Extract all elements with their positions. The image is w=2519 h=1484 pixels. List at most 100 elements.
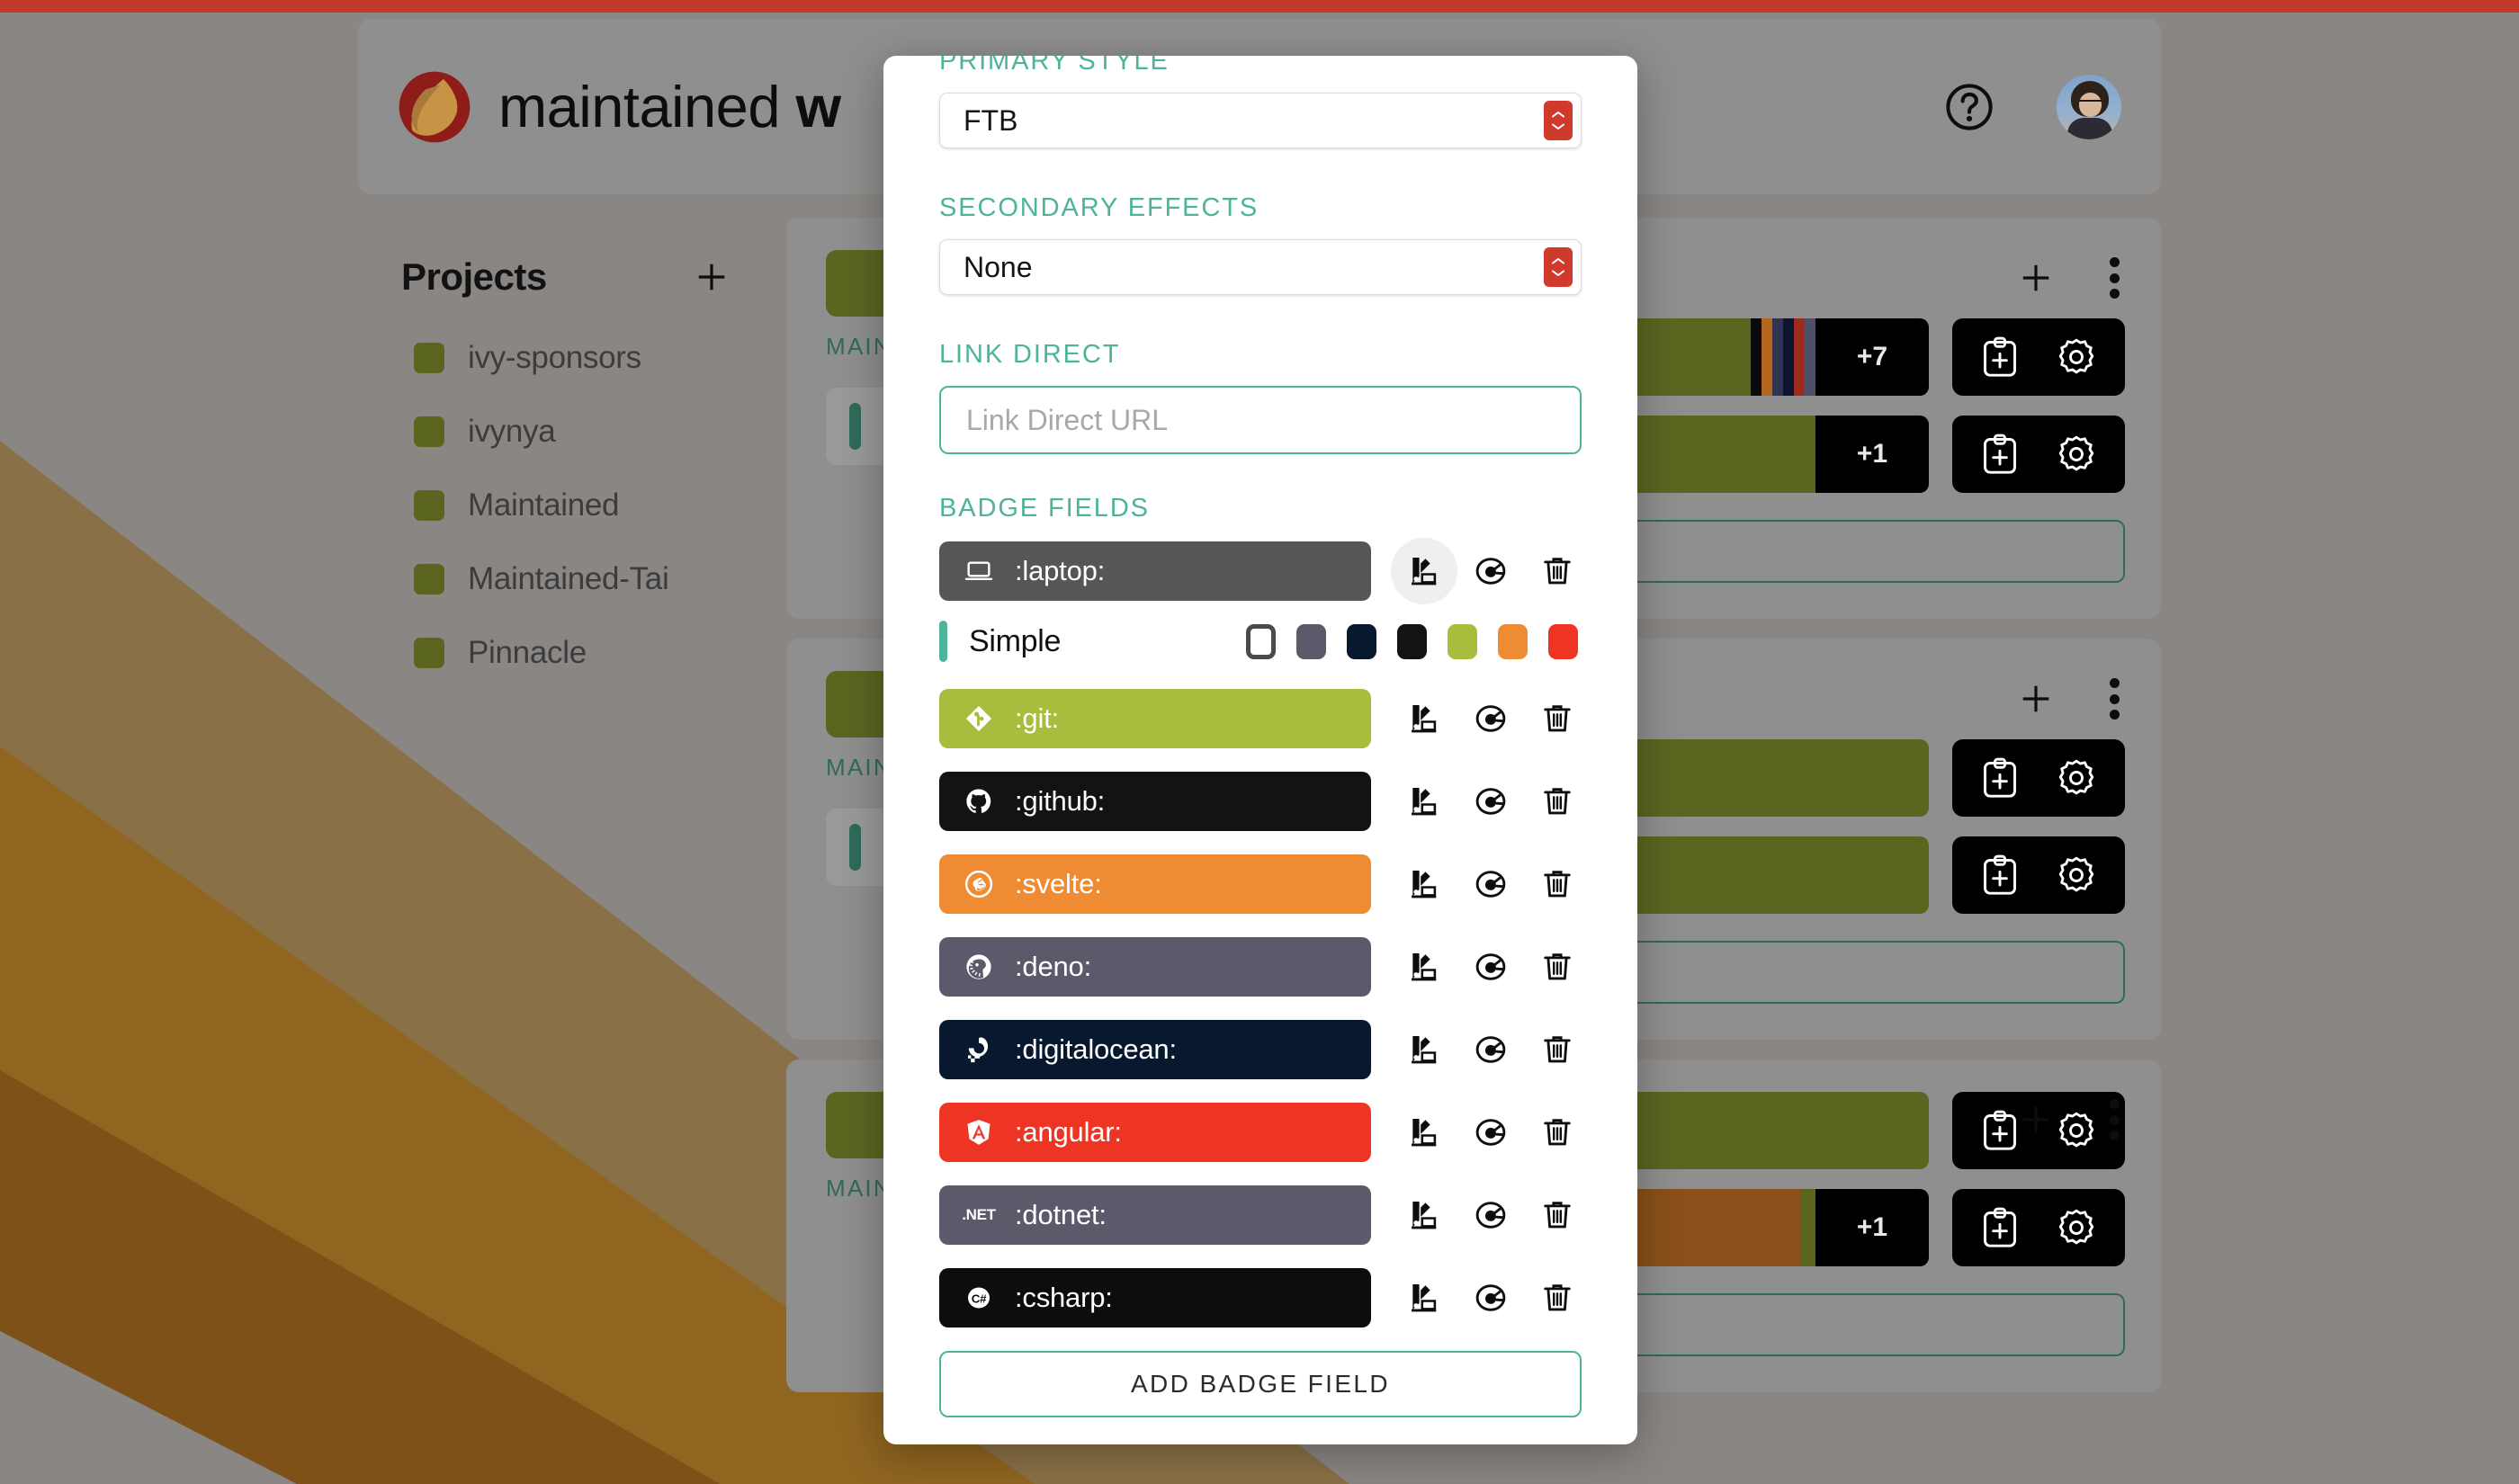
badge-field-pill[interactable]: :github: — [939, 772, 1371, 831]
palette-icon[interactable] — [1391, 1016, 1457, 1083]
git-icon — [963, 702, 995, 735]
badge-field-pill[interactable]: :angular: — [939, 1103, 1371, 1162]
clipboard-add-icon[interactable] — [1980, 756, 2020, 800]
palette-icon[interactable] — [1391, 851, 1457, 917]
card-toolbar — [2019, 1099, 2120, 1140]
add-project-icon[interactable] — [695, 260, 729, 294]
help-icon[interactable] — [1945, 83, 1994, 131]
plug-icon[interactable] — [1457, 1182, 1524, 1248]
plug-icon[interactable] — [1457, 538, 1524, 604]
dotnet-icon: .NET — [962, 1206, 996, 1223]
palette-icon[interactable] — [1391, 1182, 1457, 1248]
badge-field-actions — [1391, 685, 1591, 752]
color-swatch-orange[interactable] — [1498, 623, 1528, 659]
badge-overflow-count: +7 — [1815, 318, 1929, 396]
add-badge-icon[interactable] — [2019, 682, 2053, 716]
badge-field-actions — [1391, 1265, 1591, 1331]
palette-icon[interactable] — [1391, 1099, 1457, 1166]
badge-field-actions — [1391, 851, 1591, 917]
add-badge-icon[interactable] — [2019, 261, 2053, 295]
gear-icon[interactable] — [2056, 1207, 2097, 1248]
badge-field-pill[interactable]: :digitalocean: — [939, 1020, 1371, 1079]
card-menu-icon[interactable] — [2109, 257, 2120, 299]
secondary-effects-label: SECONDARY EFFECTS — [939, 193, 1260, 222]
primary-style-value: FTB — [939, 93, 1582, 148]
trash-icon[interactable] — [1524, 538, 1591, 604]
digitalocean-icon — [963, 1033, 995, 1066]
gear-icon[interactable] — [2056, 336, 2097, 378]
color-swatch-white[interactable] — [1246, 623, 1276, 659]
card-toolbar — [2019, 678, 2120, 720]
sidebar-item-ivynya[interactable]: ivynya — [401, 414, 729, 450]
palette-icon[interactable] — [1391, 934, 1457, 1000]
palette-icon[interactable] — [1391, 1265, 1457, 1331]
card-menu-icon[interactable] — [2109, 678, 2120, 720]
project-color-swatch — [414, 564, 444, 594]
plug-icon[interactable] — [1457, 768, 1524, 835]
sidebar-item-ivy-sponsors[interactable]: ivy-sponsors — [401, 340, 729, 376]
card-color-chip — [826, 1092, 892, 1158]
clipboard-add-icon[interactable] — [1980, 1109, 2020, 1152]
plug-icon[interactable] — [1457, 934, 1524, 1000]
page-title: maintained w — [498, 74, 841, 139]
sidebar-item-maintained[interactable]: Maintained — [401, 487, 729, 523]
color-swatch-slate[interactable] — [1296, 623, 1326, 659]
trash-icon[interactable] — [1524, 1016, 1591, 1083]
sidebar-item-pinnacle[interactable]: Pinnacle — [401, 635, 729, 671]
project-color-swatch — [414, 638, 444, 668]
badge-field-row: :digitalocean: — [939, 1016, 1582, 1083]
secondary-effects-select[interactable]: None — [939, 239, 1582, 295]
clipboard-add-icon[interactable] — [1980, 335, 2020, 379]
color-swatch-navy[interactable] — [1347, 623, 1376, 659]
project-color-swatch — [414, 343, 444, 373]
sidebar-title: Projects — [401, 255, 547, 298]
badge-field-actions — [1391, 768, 1591, 835]
secondary-effects-value: None — [939, 239, 1582, 295]
badge-field-pill[interactable]: .NET :dotnet: — [939, 1185, 1371, 1245]
badge-field-pill[interactable]: C# :csharp: — [939, 1268, 1371, 1328]
gear-icon[interactable] — [2056, 757, 2097, 799]
gear-icon[interactable] — [2056, 854, 2097, 896]
add-badge-icon[interactable] — [2019, 1103, 2053, 1137]
gear-icon[interactable] — [2056, 434, 2097, 475]
trash-icon[interactable] — [1524, 685, 1591, 752]
link-direct-input[interactable] — [939, 386, 1582, 454]
card-color-chip — [826, 671, 892, 738]
palette-icon[interactable] — [1391, 685, 1457, 752]
secondary-effects-stepper[interactable] — [1544, 247, 1573, 287]
badge-field-pill[interactable]: :deno: — [939, 937, 1371, 997]
plug-icon[interactable] — [1457, 685, 1524, 752]
badge-actions — [1952, 739, 2125, 817]
badge-field-pill[interactable]: :git: — [939, 689, 1371, 748]
badge-field-actions — [1391, 1182, 1591, 1248]
badge-field-pill[interactable]: :svelte: — [939, 854, 1371, 914]
color-swatch-black[interactable] — [1397, 623, 1427, 659]
color-swatch-olive[interactable] — [1448, 623, 1477, 659]
clipboard-add-icon[interactable] — [1980, 433, 2020, 476]
plug-icon[interactable] — [1457, 1265, 1524, 1331]
plug-icon[interactable] — [1457, 851, 1524, 917]
avatar[interactable] — [2057, 74, 2121, 139]
palette-icon[interactable] — [1391, 538, 1457, 604]
trash-icon[interactable] — [1524, 934, 1591, 1000]
trash-icon[interactable] — [1524, 1099, 1591, 1166]
badge-field-row: .NET :dotnet: — [939, 1182, 1582, 1248]
trash-icon[interactable] — [1524, 1265, 1591, 1331]
plug-icon[interactable] — [1457, 1099, 1524, 1166]
badge-field-text: :deno: — [1015, 951, 1091, 982]
sidebar-item-maintained-tai[interactable]: Maintained-Tai — [401, 561, 729, 597]
trash-icon[interactable] — [1524, 1182, 1591, 1248]
trash-icon[interactable] — [1524, 768, 1591, 835]
badge-field-text: :dotnet: — [1015, 1199, 1107, 1230]
trash-icon[interactable] — [1524, 851, 1591, 917]
primary-style-stepper[interactable] — [1544, 101, 1573, 140]
clipboard-add-icon[interactable] — [1980, 854, 2020, 897]
clipboard-add-icon[interactable] — [1980, 1206, 2020, 1249]
card-menu-icon[interactable] — [2109, 1099, 2120, 1140]
color-swatch-red[interactable] — [1548, 623, 1578, 659]
badge-field-pill[interactable]: :laptop: — [939, 541, 1371, 601]
plug-icon[interactable] — [1457, 1016, 1524, 1083]
add-badge-field-button[interactable]: ADD BADGE FIELD — [939, 1351, 1582, 1417]
palette-icon[interactable] — [1391, 768, 1457, 835]
primary-style-select[interactable]: FTB — [939, 93, 1582, 148]
